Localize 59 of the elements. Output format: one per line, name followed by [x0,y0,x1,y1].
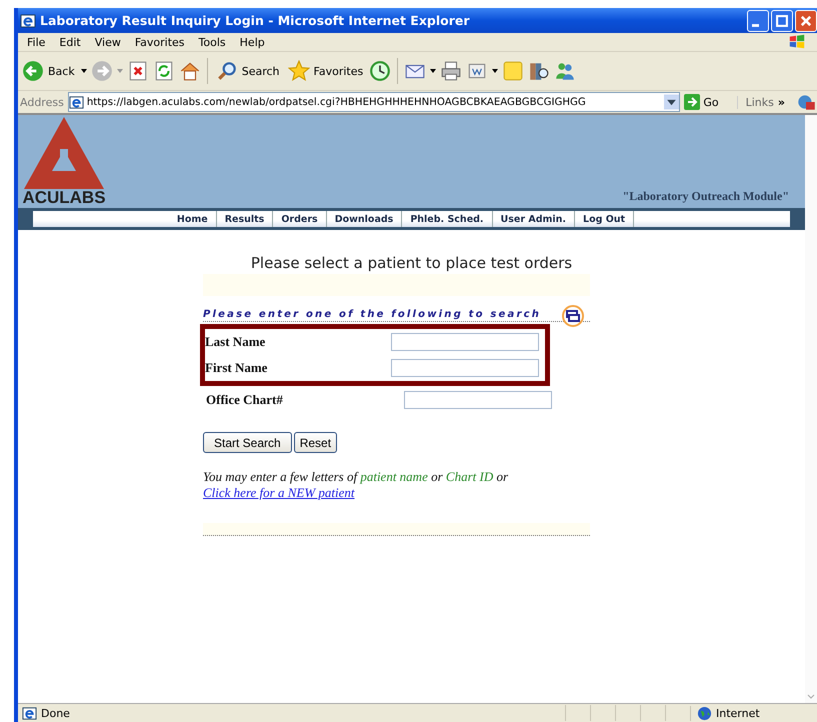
close-icon [799,14,813,28]
logo-text: ACULABS [22,189,106,207]
history-icon[interactable] [369,60,392,82]
back-button[interactable]: Back [20,60,77,82]
new-patient-link[interactable]: Click here for a NEW patient [203,485,355,501]
menu-item[interactable]: Help [232,36,272,48]
nav-link[interactable]: Log Out [575,211,634,227]
input-field[interactable] [404,391,552,409]
windows-logo-icon [787,33,807,51]
search-button[interactable]: Search [214,60,282,82]
dropdown-arrow-icon[interactable] [492,69,498,73]
address-label: Address [20,96,64,108]
minimize-button[interactable] [747,10,769,32]
search-instruction: Please enter one of the following to search [203,309,542,321]
go-button[interactable]: Go [684,94,733,110]
more-links-button[interactable]: » [778,96,791,108]
dropdown-arrow-icon[interactable] [80,69,87,73]
windows-icon[interactable] [562,305,584,327]
menu-item[interactable]: Edit [52,36,88,48]
globe-icon [697,706,712,720]
address-field[interactable]: https://labgen.aculabs.com/newlab/ordpatsel.cgi?HBHEHGHHHEHNHOAGBCBKAEAGBGBCGIGHGG [68,92,680,112]
printer-icon[interactable] [440,60,462,82]
nav-link[interactable]: Orders [273,211,327,227]
menu-item[interactable]: File [20,36,52,48]
field-label: Last Name [205,334,266,350]
menu-item[interactable]: Favorites [128,36,192,48]
nav-link[interactable]: User Admin. [492,211,576,227]
star-icon [288,60,310,82]
go-arrow-icon [684,94,700,110]
nav-link[interactable]: Home [168,211,217,227]
page-icon [68,94,84,110]
page-icon [22,706,37,720]
home-icon[interactable] [178,60,201,82]
start-search-button[interactable]: Start Search [203,432,292,453]
scrollbar[interactable] [805,115,817,703]
menu-item[interactable]: View [88,36,128,48]
close-button[interactable] [795,10,817,32]
status-text: Done [41,706,70,720]
maximize-icon [775,14,789,28]
field-label: First Name [205,360,268,376]
search-icon [216,60,238,82]
security-zone: Internet [716,706,760,720]
dropdown-arrow-icon[interactable] [430,69,436,73]
field-label: Office Chart# [206,392,283,408]
nav-link[interactable]: Results [216,211,274,227]
nav-link[interactable]: Downloads [326,211,402,227]
links-label[interactable]: Links [736,96,774,108]
input-field[interactable] [391,359,539,377]
window-title: Laboratory Result Inquiry Login - Microsoft Internet Explorer [40,13,471,28]
tagline: "Laboratory Outreach Module" [622,189,789,204]
browser-icon [20,12,36,28]
nav-link[interactable]: Phleb. Sched. [402,211,493,227]
input-field[interactable] [391,333,539,351]
minimize-icon [752,24,759,26]
page-heading: Please select a patient to place test orders [250,254,572,272]
maximize-button[interactable] [771,10,793,32]
menu-item[interactable]: Tools [192,36,233,48]
reset-button[interactable]: Reset [294,432,338,453]
favorites-button[interactable]: Favorites [286,60,366,82]
